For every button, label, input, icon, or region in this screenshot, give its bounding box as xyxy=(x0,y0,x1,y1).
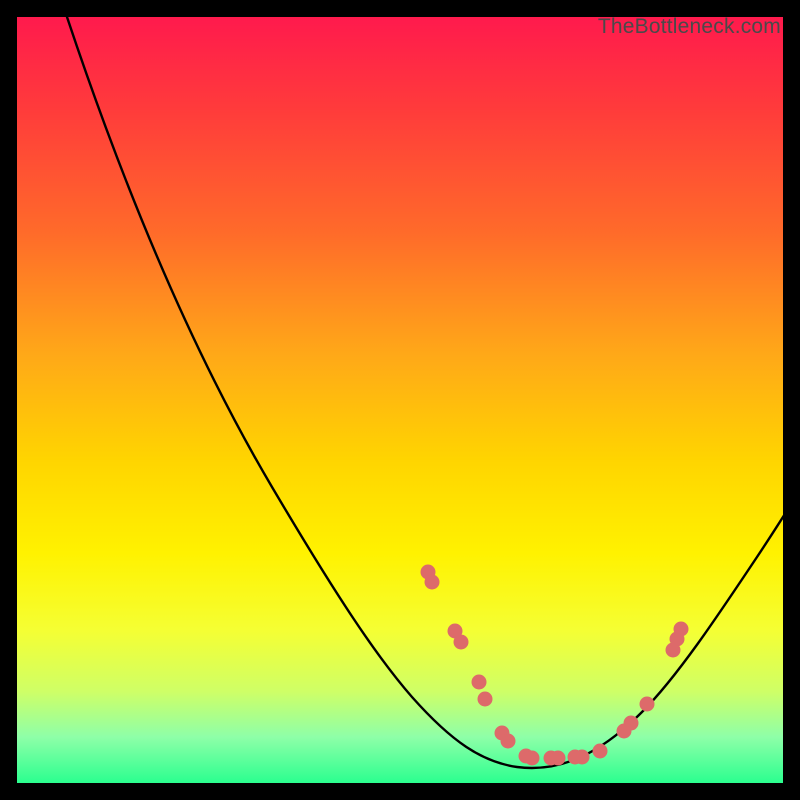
chart-plot xyxy=(17,17,783,783)
data-point xyxy=(478,692,493,707)
data-point xyxy=(551,751,566,766)
data-point xyxy=(624,716,639,731)
data-point xyxy=(525,751,540,766)
marker-group xyxy=(421,565,689,766)
data-point xyxy=(425,575,440,590)
data-point xyxy=(640,697,655,712)
data-point xyxy=(593,744,608,759)
data-point xyxy=(454,635,469,650)
chart-frame: TheBottleneck.com xyxy=(17,17,783,783)
data-point xyxy=(501,734,516,749)
data-point xyxy=(674,622,689,637)
data-point xyxy=(575,750,590,765)
data-point xyxy=(472,675,487,690)
watermark-text: TheBottleneck.com xyxy=(598,15,781,39)
